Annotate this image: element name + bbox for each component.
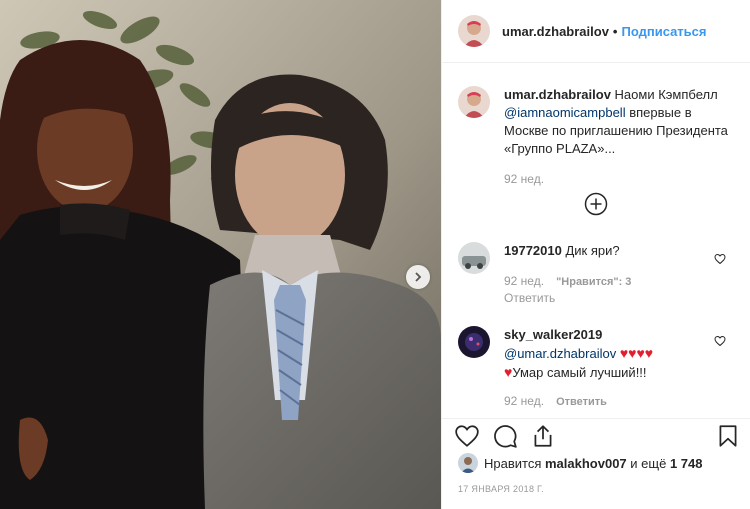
comment-text: 19772010 Дик яри? — [504, 242, 631, 260]
commenter-avatar[interactable] — [458, 326, 490, 358]
post-date[interactable]: 17 ЯНВАРЯ 2018 Г. — [458, 484, 544, 494]
comment-time[interactable]: 92 нед. — [504, 274, 544, 288]
comment-item: 19772010 Дик яри? 92 нед. "Нравится": 3 … — [458, 242, 734, 305]
comment-mention[interactable]: @umar.dzhabrailov — [504, 346, 616, 361]
heart-icon[interactable] — [454, 423, 480, 449]
heart-emojis: ♥♥♥♥ — [619, 345, 654, 361]
author-username[interactable]: umar.dzhabrailov — [502, 24, 609, 39]
author-avatar[interactable] — [458, 15, 490, 47]
caption: umar.dzhabrailov Наоми Кэмпбелл @iamnaom… — [458, 86, 734, 186]
bookmark-icon[interactable] — [715, 423, 741, 449]
post-image — [0, 0, 441, 509]
comment-meta: 92 нед. Ответить — [504, 394, 653, 408]
comment-username[interactable]: 19772010 — [504, 243, 562, 258]
comment-item: sky_walker2019 @umar.dzhabrailov ♥♥♥♥ ♥У… — [458, 326, 734, 408]
likes-summary: Нравится malakhov007 и ещё 1 748 — [458, 453, 734, 473]
chevron-right-icon — [415, 272, 422, 282]
comment-username[interactable]: sky_walker2019 — [504, 327, 602, 342]
comment-body: Дик яри? — [565, 243, 620, 258]
caption-username[interactable]: umar.dzhabrailov — [504, 87, 611, 102]
likes-count[interactable]: 1 748 — [670, 456, 703, 471]
post-header: umar.dzhabrailov • Подписаться — [442, 0, 750, 63]
action-bar — [442, 418, 750, 452]
plus-circle-icon[interactable] — [584, 192, 608, 216]
caption-meta: 92 нед. — [504, 172, 734, 186]
comment-likes[interactable]: "Нравится": 3 — [556, 276, 631, 288]
liker-avatar[interactable] — [458, 453, 478, 473]
share-icon[interactable] — [530, 423, 556, 449]
post-sidebar: umar.dzhabrailov • Подписаться umar.dzha… — [441, 0, 750, 509]
liker-username[interactable]: malakhov007 — [545, 456, 627, 471]
post-photo[interactable] — [0, 0, 441, 509]
caption-avatar[interactable] — [458, 86, 490, 118]
reply-button[interactable]: Ответить — [556, 396, 607, 408]
likes-prefix: Нравится — [484, 455, 542, 471]
reply-button[interactable]: Ответить — [504, 291, 555, 305]
likes-middle: и ещё — [630, 455, 667, 471]
comment-meta: 92 нед. "Нравится": 3 — [504, 274, 631, 288]
comment-body: Умар самый лучший!!! — [512, 365, 647, 380]
caption-mention[interactable]: @iamnaomicampbell — [504, 105, 626, 120]
comment-icon[interactable] — [492, 423, 518, 449]
follow-button[interactable]: Подписаться — [621, 24, 706, 39]
heart-icon[interactable] — [714, 253, 726, 265]
comments-list[interactable]: umar.dzhabrailov Наоми Кэмпбелл @iamnaom… — [442, 64, 750, 417]
comment-text: sky_walker2019 @umar.dzhabrailov ♥♥♥♥ ♥У… — [504, 326, 653, 382]
commenter-avatar[interactable] — [458, 242, 490, 274]
caption-text-before: Наоми Кэмпбелл — [614, 87, 718, 102]
separator-dot: • — [612, 23, 618, 39]
caption-time[interactable]: 92 нед. — [504, 172, 544, 186]
next-photo-button[interactable] — [406, 265, 430, 289]
comment-time[interactable]: 92 нед. — [504, 394, 544, 408]
heart-icon[interactable] — [714, 335, 726, 347]
caption-text: umar.dzhabrailov Наоми Кэмпбелл @iamnaom… — [504, 86, 734, 158]
